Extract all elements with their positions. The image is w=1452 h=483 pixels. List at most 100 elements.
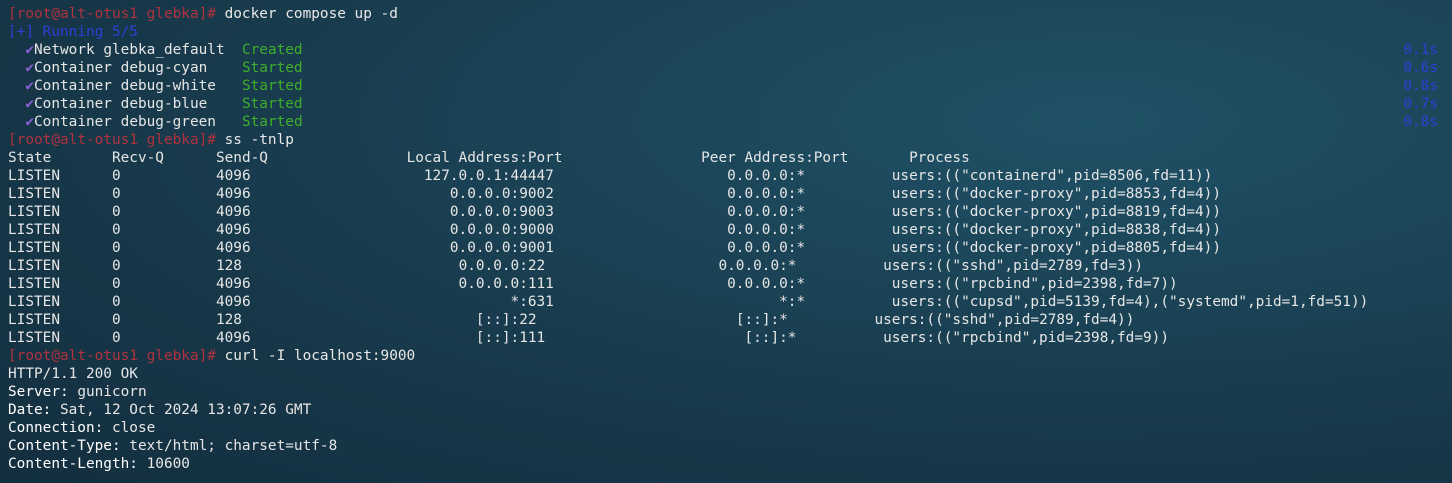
cell-peer: 0.0.0.0:* xyxy=(727,186,806,202)
compose-item-state: Created xyxy=(241,42,303,58)
cell-process: users:(("rpcbind",pid=2398,fd=7)) xyxy=(891,276,1178,292)
http-header-key: Content-Type: xyxy=(8,438,121,454)
cell-process: users:(("docker-proxy",pid=8853,fd=4)) xyxy=(891,186,1221,202)
cell-recvq: 0 xyxy=(111,186,121,202)
cell-local: 0.0.0.0:9000 xyxy=(449,222,554,238)
cell-state: LISTEN xyxy=(8,312,60,328)
compose-item-name: debug-green xyxy=(120,114,216,130)
http-status-line: HTTP/1.1 200 OK xyxy=(8,366,138,382)
cell-local: 0.0.0.0:9002 xyxy=(449,186,554,202)
cell-state: LISTEN xyxy=(8,186,60,202)
cell-state: LISTEN xyxy=(8,240,60,256)
checkmark-icon: ✔ xyxy=(25,114,34,130)
cell-state: LISTEN xyxy=(8,168,60,184)
table-row: LISTEN 0 4096 0.0.0.0:111 0.0.0.0:* user… xyxy=(8,275,1452,293)
checkmark-icon: ✔ xyxy=(25,96,34,112)
cell-process: users:(("rpcbind",pid=2398,fd=9)) xyxy=(883,330,1170,346)
table-row: LISTEN 0 4096 [::]:111 [::]:* users:(("r… xyxy=(8,329,1452,347)
col-state-header: State xyxy=(8,150,52,166)
cell-local: 0.0.0.0:22 xyxy=(458,258,546,274)
compose-item-kind: Container xyxy=(34,78,112,94)
cell-process: users:(("sshd",pid=2789,fd=4)) xyxy=(874,312,1135,328)
cell-state: LISTEN xyxy=(8,294,60,310)
cell-recvq: 0 xyxy=(111,258,121,274)
cell-peer: 0.0.0.0:* xyxy=(727,276,806,292)
cell-sendq: 4096 xyxy=(215,222,251,238)
command-text: ss -tnlp xyxy=(215,132,294,148)
compose-item-state: Started xyxy=(241,60,303,76)
compose-item: ✔Network glebka_default Created 0.1s xyxy=(8,41,1452,59)
cell-sendq: 4096 xyxy=(215,294,251,310)
col-recvq-header: Recv-Q xyxy=(111,150,164,166)
socket-table: State Recv-Q Send-Q Local Address:Port P… xyxy=(8,149,1452,347)
cell-peer: 0.0.0.0:* xyxy=(727,204,806,220)
http-header-value: gunicorn xyxy=(68,384,147,400)
http-header-key: Connection: xyxy=(8,420,104,436)
prompt-line-ss: [root@alt-otus1 glebka]# ss -tnlp xyxy=(8,131,1452,149)
socket-table-header: State Recv-Q Send-Q Local Address:Port P… xyxy=(8,149,1452,167)
cell-peer: *:* xyxy=(779,294,806,310)
cell-recvq: 0 xyxy=(111,294,121,310)
cell-local: 0.0.0.0:9001 xyxy=(449,240,554,256)
table-row: LISTEN 0 128 [::]:22 [::]:* users:(("ssh… xyxy=(8,311,1452,329)
compose-item: ✔Container debug-green Started 0.8s xyxy=(8,113,1452,131)
cell-peer: 0.0.0.0:* xyxy=(727,168,806,184)
http-header-value: Sat, 12 Oct 2024 13:07:26 GMT xyxy=(51,402,312,418)
shell-prompt: [root@alt-otus1 glebka]# xyxy=(8,348,216,364)
prompt-line-curl: [root@alt-otus1 glebka]# curl -I localho… xyxy=(8,347,1452,365)
cell-recvq: 0 xyxy=(111,240,121,256)
cell-sendq: 4096 xyxy=(215,240,251,256)
cell-state: LISTEN xyxy=(8,258,60,274)
cell-recvq: 0 xyxy=(111,312,121,328)
terminal-window[interactable]: [root@alt-otus1 glebka]# docker compose … xyxy=(0,0,1452,483)
cell-state: LISTEN xyxy=(8,204,60,220)
col-peer-header: Peer Address:Port xyxy=(701,150,849,166)
compose-item-time: 0.6s xyxy=(1403,60,1438,76)
compose-item-name: glebka_default xyxy=(103,42,225,58)
cell-process: users:(("containerd",pid=8506,fd=11)) xyxy=(891,168,1213,184)
cell-local: [::]:22 xyxy=(475,312,537,328)
cell-local: *:631 xyxy=(510,294,554,310)
compose-item-time: 0.8s xyxy=(1403,114,1438,130)
checkmark-icon: ✔ xyxy=(25,42,34,58)
table-row: LISTEN 0 4096 127.0.0.1:44447 0.0.0.0:* … xyxy=(8,167,1452,185)
cell-state: LISTEN xyxy=(8,276,60,292)
compose-item: ✔Container debug-white Started 0.8s xyxy=(8,77,1452,95)
compose-list: ✔Network glebka_default Created 0.1s ✔Con… xyxy=(8,41,1452,131)
http-header-key: Date: xyxy=(8,402,52,418)
http-header: Date: Sat, 12 Oct 2024 13:07:26 GMT xyxy=(8,401,1452,419)
cell-recvq: 0 xyxy=(111,168,121,184)
cell-process: users:(("docker-proxy",pid=8838,fd=4)) xyxy=(891,222,1221,238)
http-header-key: Server: xyxy=(8,384,69,400)
table-row: LISTEN 0 4096 0.0.0.0:9001 0.0.0.0:* use… xyxy=(8,239,1452,257)
cell-local: [::]:111 xyxy=(475,330,546,346)
compose-item-name: debug-white xyxy=(120,78,216,94)
cell-sendq: 128 xyxy=(215,258,242,274)
http-header-value: close xyxy=(103,420,156,436)
col-process-header: Process xyxy=(909,150,970,166)
cell-sendq: 128 xyxy=(215,312,242,328)
compose-item-time: 0.8s xyxy=(1403,78,1438,94)
http-header: Content-Length: 10600 xyxy=(8,455,1452,473)
table-row: LISTEN 0 4096 *:631 *:* users:(("cupsd",… xyxy=(8,293,1452,311)
cell-peer: 0.0.0.0:* xyxy=(727,240,806,256)
table-row: LISTEN 0 128 0.0.0.0:22 0.0.0.0:* users:… xyxy=(8,257,1452,275)
prompt-line-compose: [root@alt-otus1 glebka]# docker compose … xyxy=(8,5,1452,23)
cell-process: users:(("docker-proxy",pid=8805,fd=4)) xyxy=(891,240,1221,256)
shell-prompt: [root@alt-otus1 glebka]# xyxy=(8,132,216,148)
compose-item-time: 0.1s xyxy=(1403,42,1438,58)
col-local-header: Local Address:Port xyxy=(406,150,563,166)
compose-item: ✔Container debug-cyan Started 0.6s xyxy=(8,59,1452,77)
cell-peer: 0.0.0.0:* xyxy=(727,222,806,238)
compose-status: [+] Running 5/5 xyxy=(8,24,138,40)
cell-local: 127.0.0.1:44447 xyxy=(423,168,554,184)
compose-item-state: Started xyxy=(241,78,303,94)
http-header-value: 10600 xyxy=(137,456,190,472)
compose-item-name: debug-cyan xyxy=(120,60,208,76)
cell-sendq: 4096 xyxy=(215,186,251,202)
cell-recvq: 0 xyxy=(111,204,121,220)
table-row: LISTEN 0 4096 0.0.0.0:9000 0.0.0.0:* use… xyxy=(8,221,1452,239)
checkmark-icon: ✔ xyxy=(25,78,34,94)
compose-item-kind: Network xyxy=(34,42,95,58)
command-text: curl -I localhost:9000 xyxy=(215,348,416,364)
